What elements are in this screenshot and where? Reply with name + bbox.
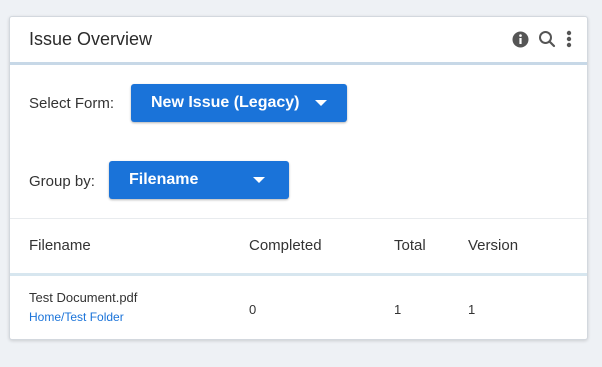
file-path: Home/Test Folder bbox=[29, 310, 124, 324]
group-by-label: Group by: bbox=[29, 173, 95, 190]
column-header-total[interactable]: Total bbox=[394, 237, 426, 254]
select-form-dropdown[interactable]: New Issue (Legacy) bbox=[131, 84, 347, 122]
header-icons bbox=[511, 30, 573, 48]
completed-count: 0 bbox=[249, 302, 257, 317]
chevron-down-icon bbox=[315, 100, 327, 106]
column-header-completed[interactable]: Completed bbox=[249, 237, 322, 254]
column-header-version[interactable]: Version bbox=[468, 237, 518, 254]
group-by-dropdown[interactable]: Filename bbox=[109, 161, 289, 199]
widget-title: Issue Overview bbox=[29, 29, 153, 49]
table-row[interactable]: Test Document.pdf Home/Test Folder 0 1 1 bbox=[10, 276, 587, 336]
total-count: 1 bbox=[394, 302, 402, 317]
group-by-value: Filename bbox=[129, 171, 199, 188]
version-number: 1 bbox=[468, 302, 476, 317]
info-icon[interactable] bbox=[511, 30, 529, 48]
table-header: Filename Completed Total Version bbox=[10, 218, 587, 276]
column-header-filename[interactable]: Filename bbox=[29, 237, 91, 254]
select-form-label: Select Form: bbox=[29, 95, 115, 112]
path-link-home[interactable]: Home bbox=[29, 310, 61, 324]
select-form-value: New Issue (Legacy) bbox=[151, 94, 300, 111]
issue-overview-widget: Issue Overview Select Form: New Issue (L… bbox=[9, 16, 588, 340]
file-name[interactable]: Test Document.pdf bbox=[29, 290, 137, 305]
search-icon[interactable] bbox=[538, 30, 556, 48]
path-link-folder[interactable]: Test Folder bbox=[64, 310, 123, 324]
chevron-down-icon bbox=[253, 177, 265, 183]
widget-header: Issue Overview bbox=[10, 17, 587, 65]
more-vertical-icon[interactable] bbox=[565, 30, 573, 48]
